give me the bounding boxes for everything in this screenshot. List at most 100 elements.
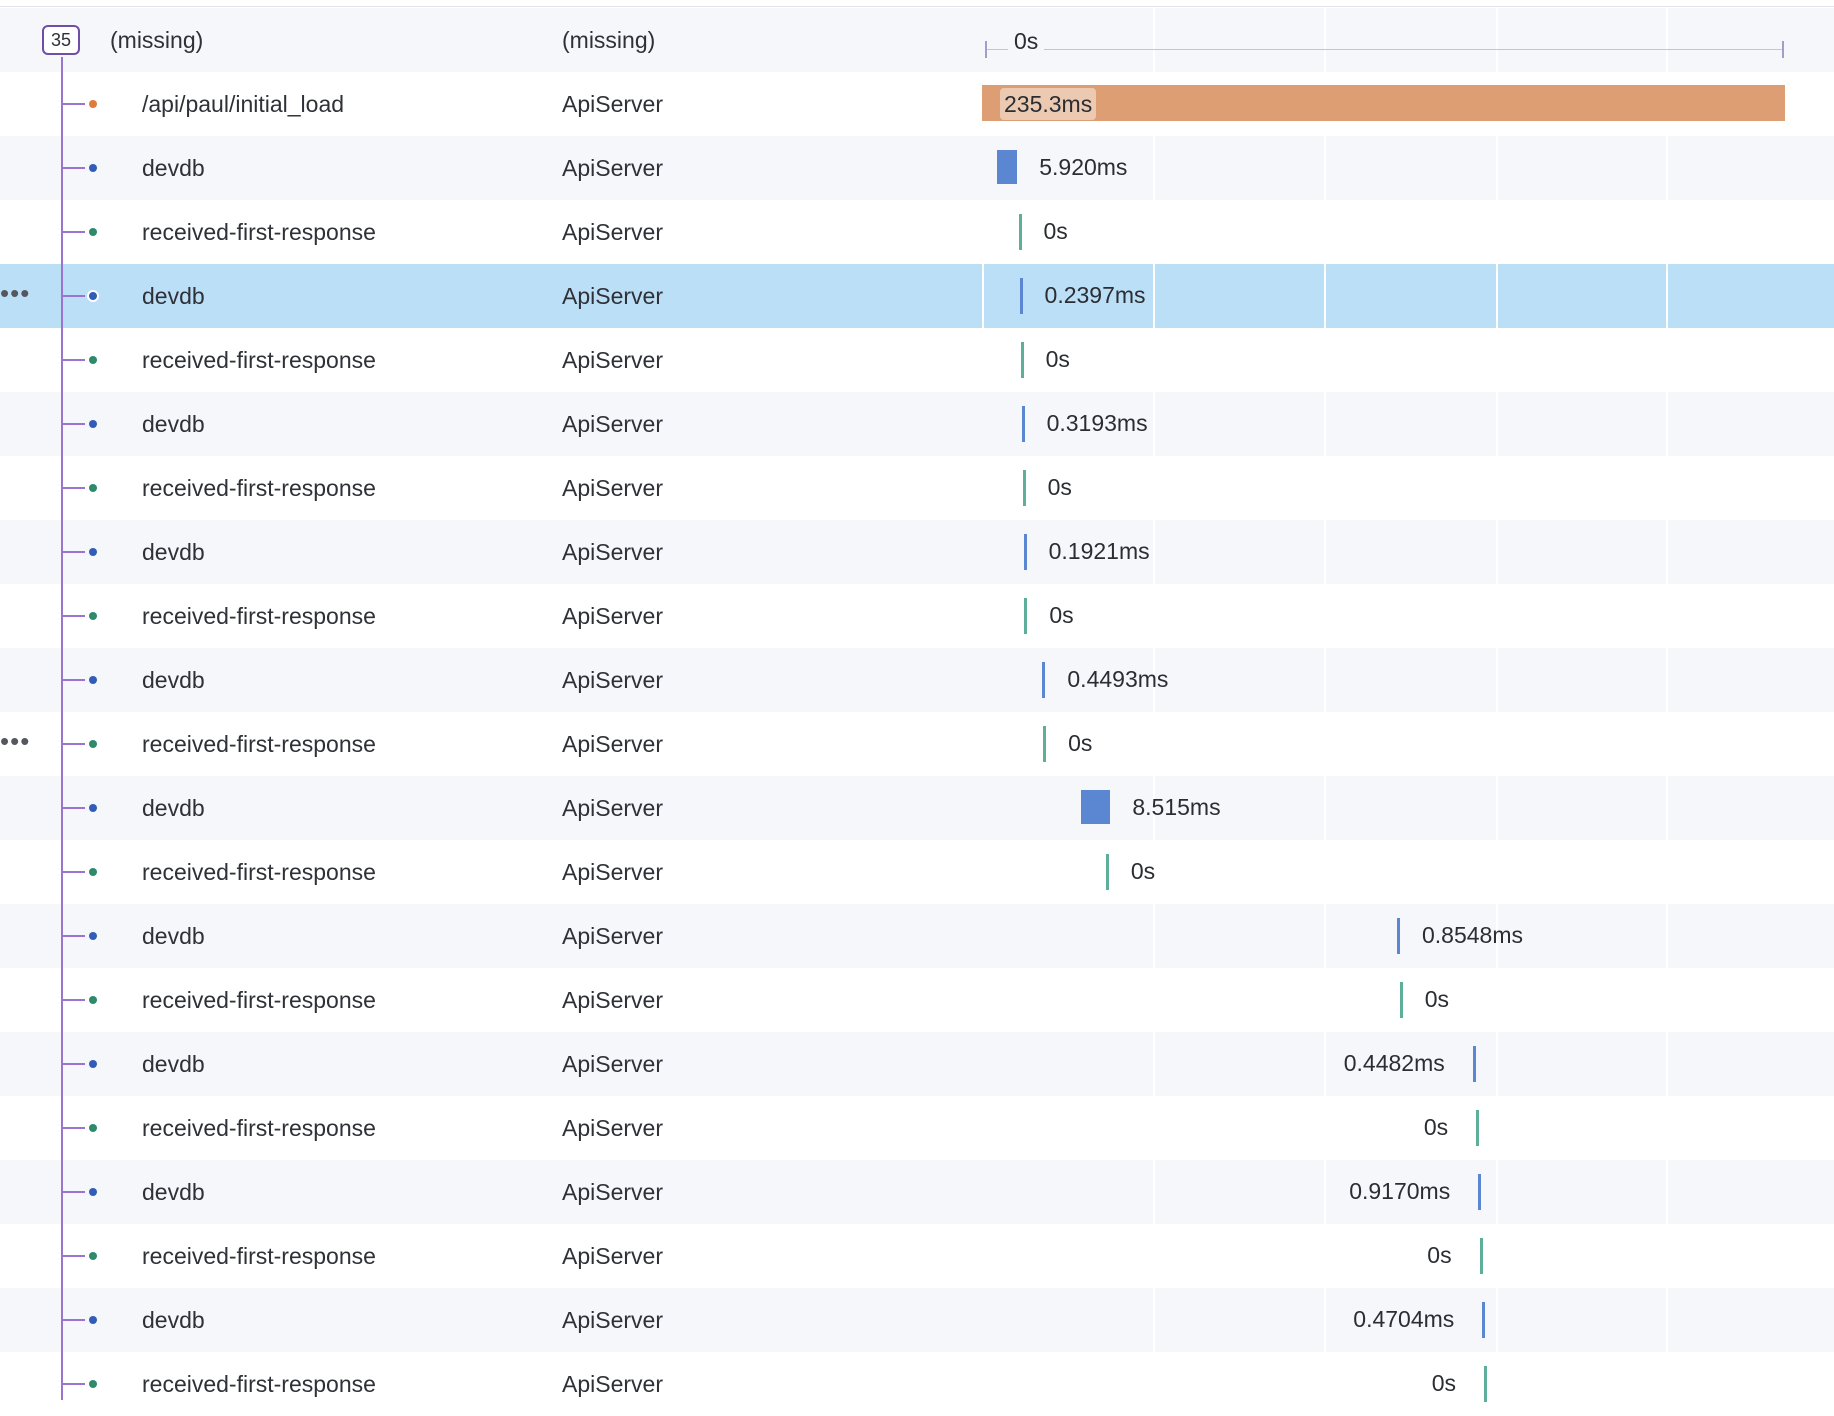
span-service: ApiServer (562, 667, 663, 693)
event-marker[interactable] (1043, 726, 1047, 762)
span-name: devdb (142, 155, 205, 181)
timeline-gridline (1496, 1032, 1498, 1096)
span-row[interactable]: received-first-response ApiServer 0s (0, 200, 1834, 264)
span-service: ApiServer (562, 1179, 663, 1205)
span-dot-icon (89, 1124, 97, 1132)
span-row[interactable]: devdb ApiServer 0.1921ms (0, 520, 1834, 584)
span-row[interactable]: received-first-response ApiServer 0s (0, 456, 1834, 520)
timeline-gridline (1666, 200, 1668, 264)
tree-branch-connector (63, 103, 85, 105)
span-dot-icon (89, 420, 97, 428)
event-marker[interactable] (1399, 982, 1403, 1018)
tree-branch-connector (63, 743, 85, 745)
event-marker[interactable] (1018, 214, 1022, 250)
span-bar[interactable] (1023, 534, 1027, 570)
timeline-gridline (1153, 1224, 1155, 1288)
span-service: ApiServer (562, 155, 663, 181)
span-bar[interactable] (1021, 406, 1025, 442)
root-service: (missing) (562, 27, 656, 53)
timeline-gridline (1666, 840, 1668, 904)
span-duration-label: 0.4704ms (1353, 1306, 1455, 1332)
timeline-gridline (1666, 776, 1668, 840)
event-marker[interactable] (1024, 598, 1028, 634)
span-dot-icon (89, 1252, 97, 1260)
span-name: received-first-response (142, 475, 376, 501)
event-marker[interactable] (1105, 854, 1109, 890)
event-marker[interactable] (1484, 1366, 1487, 1402)
span-duration-label: 0s (1431, 1370, 1457, 1396)
timeline-gridline (1666, 648, 1668, 712)
span-name: received-first-response (142, 347, 376, 373)
timeline-gridline (1324, 328, 1326, 392)
span-row[interactable]: received-first-response ApiServer 0s (0, 584, 1834, 648)
span-row[interactable]: received-first-response ApiServer 0s (0, 1224, 1834, 1288)
span-dot-icon (89, 676, 97, 684)
span-row[interactable]: devdb ApiServer 0.4493ms (0, 648, 1834, 712)
span-dot-icon (89, 228, 97, 236)
span-duration-label: 0s (1068, 730, 1093, 756)
span-duration-label: 0.8548ms (1421, 922, 1523, 948)
span-row[interactable]: devdb ApiServer 0.8548ms (0, 904, 1834, 968)
more-options-icon[interactable]: ••• (0, 264, 30, 328)
span-duration-label: 0s (1045, 346, 1070, 372)
timeline-gridline (1153, 520, 1155, 584)
span-row[interactable]: devdb ApiServer 5.920ms (0, 136, 1834, 200)
span-row[interactable]: devdb ApiServer 0.9170ms (0, 1160, 1834, 1224)
timeline-gridline (1153, 456, 1155, 520)
span-bar[interactable] (1472, 1046, 1476, 1082)
span-dot-icon (89, 804, 97, 812)
span-service: ApiServer (562, 1115, 663, 1141)
trace-waterfall: 35 (missing) (missing) 0s /api/paul/init… (0, 0, 1834, 1416)
tree-branch-connector (63, 359, 85, 361)
span-service: ApiServer (562, 539, 663, 565)
span-count-badge[interactable]: 35 (42, 25, 80, 55)
span-bar[interactable] (1478, 1174, 1482, 1210)
span-service: ApiServer (562, 1371, 663, 1397)
span-row[interactable]: devdb ApiServer 8.515ms (0, 776, 1834, 840)
span-duration-label: 235.3ms (1000, 88, 1097, 120)
span-row[interactable]: devdb ApiServer 0.4704ms (0, 1288, 1834, 1352)
span-bar[interactable] (1482, 1302, 1486, 1338)
span-bar[interactable] (1081, 790, 1111, 824)
event-marker[interactable] (1022, 470, 1026, 506)
span-name: received-first-response (142, 987, 376, 1013)
span-row[interactable]: ••• devdb ApiServer 0.2397ms (0, 264, 1834, 328)
timeline-axis (985, 49, 1783, 50)
tree-branch-connector (63, 871, 85, 873)
span-name: devdb (142, 283, 205, 309)
span-dot-icon (89, 868, 97, 876)
timeline-gridline (1324, 1032, 1326, 1096)
more-options-icon[interactable]: ••• (0, 712, 30, 776)
event-marker[interactable] (1479, 1238, 1483, 1274)
span-row[interactable]: received-first-response ApiServer 0s (0, 968, 1834, 1032)
span-bar[interactable] (982, 85, 1785, 121)
span-row[interactable]: received-first-response ApiServer 0s (0, 328, 1834, 392)
span-bar[interactable] (1019, 278, 1023, 314)
span-service: ApiServer (562, 219, 663, 245)
span-row[interactable]: received-first-response ApiServer 0s (0, 1096, 1834, 1160)
root-row[interactable]: 35 (missing) (missing) 0s (0, 8, 1834, 72)
span-dot-icon (89, 1060, 97, 1068)
span-service: ApiServer (562, 731, 663, 757)
span-row[interactable]: devdb ApiServer 0.3193ms (0, 392, 1834, 456)
timeline-gridline (1666, 328, 1668, 392)
event-marker[interactable] (1020, 342, 1024, 378)
event-marker[interactable] (1476, 1110, 1480, 1146)
span-row[interactable]: ••• received-first-response ApiServer 0s (0, 712, 1834, 776)
span-bar[interactable] (1397, 918, 1400, 954)
span-name: devdb (142, 411, 205, 437)
span-row[interactable]: received-first-response ApiServer 0s (0, 1352, 1834, 1416)
timeline-gridline (1324, 840, 1326, 904)
span-bar[interactable] (997, 150, 1018, 184)
span-row[interactable]: devdb ApiServer 0.4482ms (0, 1032, 1834, 1096)
timeline-gridline (1666, 904, 1668, 968)
span-dot-icon (89, 996, 97, 1004)
span-row[interactable]: /api/paul/initial_load ApiServer 235.3ms (0, 72, 1834, 136)
span-bar[interactable] (1042, 662, 1046, 698)
timeline-gridline (1666, 392, 1668, 456)
span-row[interactable]: received-first-response ApiServer 0s (0, 840, 1834, 904)
span-service: ApiServer (562, 283, 663, 309)
timeline-gridline (1324, 1096, 1326, 1160)
timeline-gridline (1666, 1032, 1668, 1096)
timeline-gridline (1496, 1096, 1498, 1160)
